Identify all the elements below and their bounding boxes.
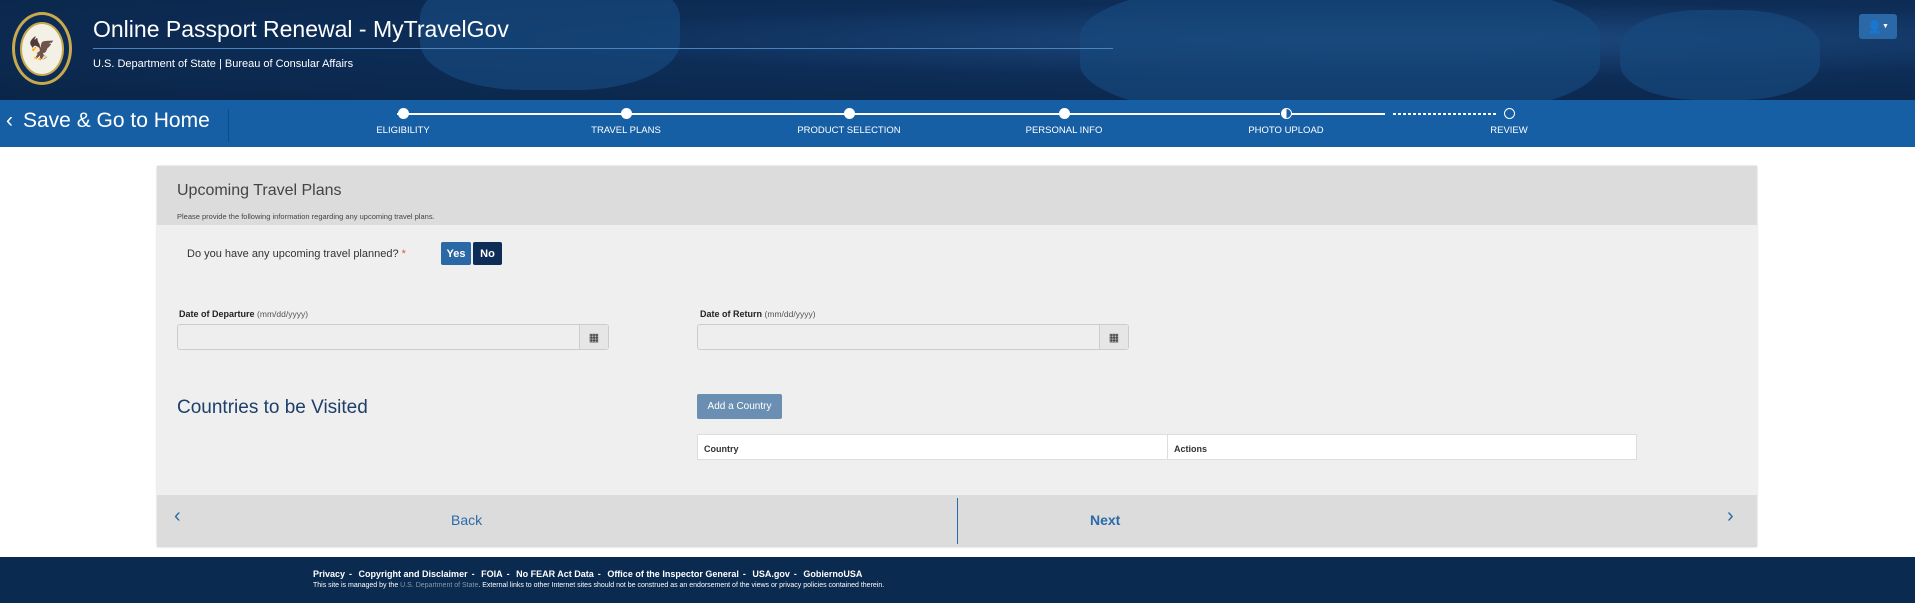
column-header-actions: Actions — [1174, 444, 1208, 454]
department-seal-logo: 🦅 — [12, 12, 72, 85]
departure-date-input[interactable]: ▦ — [177, 324, 609, 350]
footer-link-usagov[interactable]: USA.gov — [752, 569, 790, 579]
step-personal-info[interactable]: PERSONAL INFO — [994, 108, 1134, 136]
divider — [957, 498, 958, 544]
chevron-right-icon[interactable]: › — [1727, 505, 1734, 528]
countries-heading: Countries to be Visited — [177, 397, 368, 418]
form-navigation: ‹ Back Next › — [157, 495, 1757, 547]
step-review[interactable]: REVIEW — [1439, 108, 1579, 136]
calendar-icon[interactable]: ▦ — [579, 325, 608, 349]
user-icon: 👤 — [1867, 19, 1882, 34]
save-go-home-button[interactable]: ‹ Save & Go to Home — [6, 109, 229, 142]
site-footer: Privacy - Copyright and Disclaimer - FOIA -… — [0, 557, 1915, 603]
step-eligibility[interactable]: ELIGIBILITY — [333, 108, 473, 136]
app-subtitle: U.S. Department of State | Bureau of Con… — [93, 58, 354, 70]
required-marker: * — [401, 248, 406, 260]
footer-link-gobiernousa[interactable]: GobiernoUSA — [803, 569, 862, 579]
travel-plans-card: Upcoming Travel Plans Please provide the… — [157, 166, 1757, 547]
return-date-input[interactable]: ▦ — [697, 324, 1129, 350]
app-title: Online Passport Renewal - MyTravelGov — [93, 16, 509, 42]
step-travel-plans[interactable]: TRAVEL PLANS — [556, 108, 696, 136]
footer-link-oig[interactable]: Office of the Inspector General — [607, 569, 739, 579]
calendar-icon[interactable]: ▦ — [1099, 325, 1128, 349]
user-menu-button[interactable]: 👤 ▼ — [1859, 14, 1897, 39]
footer-links: Privacy - Copyright and Disclaimer - FOIA -… — [313, 569, 863, 579]
add-country-button[interactable]: Add a Country — [697, 394, 782, 419]
chevron-left-icon: ‹ — [6, 109, 13, 132]
departure-label: Date of Departure (mm/dd/yyyy) — [179, 309, 309, 319]
yes-button[interactable]: Yes — [441, 242, 471, 265]
step-photo-upload[interactable]: PHOTO UPLOAD — [1216, 108, 1356, 136]
divider — [93, 48, 1113, 49]
footer-link-no-fear[interactable]: No FEAR Act Data — [516, 569, 594, 579]
back-button[interactable]: Back — [451, 512, 482, 528]
next-button[interactable]: Next — [1090, 512, 1120, 528]
column-header-country: Country — [698, 435, 1168, 459]
no-button[interactable]: No — [473, 242, 502, 265]
site-header: 🦅 Online Passport Renewal - MyTravelGov … — [0, 0, 1915, 100]
caret-down-icon: ▼ — [1882, 23, 1889, 30]
section-description: Please provide the following information… — [177, 212, 435, 221]
return-label: Date of Return (mm/dd/yyyy) — [700, 309, 816, 319]
state-dept-link[interactable]: U.S. Department of State — [400, 582, 478, 589]
progress-navbar: ‹ Save & Go to Home ELIGIBILITY TRAVEL PL… — [0, 100, 1915, 147]
travel-question: Do you have any upcoming travel planned?… — [187, 248, 406, 260]
chevron-left-icon[interactable]: ‹ — [174, 505, 181, 528]
countries-table: Country Actions — [697, 434, 1637, 460]
footer-link-copyright[interactable]: Copyright and Disclaimer — [359, 569, 468, 579]
footer-note: This site is managed by the U.S. Departm… — [313, 582, 885, 589]
save-go-home-label: Save & Go to Home — [23, 109, 210, 132]
step-product-selection[interactable]: PRODUCT SELECTION — [779, 108, 919, 136]
section-title: Upcoming Travel Plans — [177, 182, 342, 199]
footer-link-foia[interactable]: FOIA — [481, 569, 503, 579]
footer-link-privacy[interactable]: Privacy — [313, 569, 345, 579]
